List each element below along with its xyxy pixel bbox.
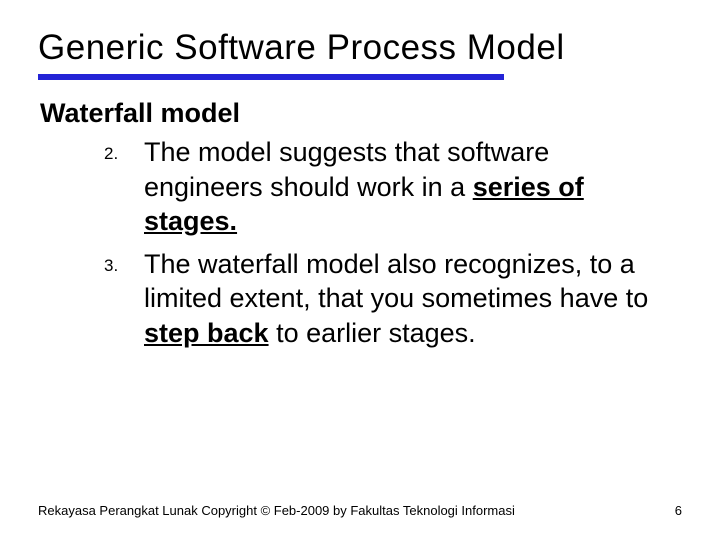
subtitle: Waterfall model bbox=[40, 98, 682, 129]
list-number: 2. bbox=[104, 135, 144, 164]
title-underline bbox=[38, 74, 504, 80]
text-post: to earlier stages. bbox=[269, 318, 476, 348]
text-pre: The waterfall model also recognizes, to … bbox=[144, 249, 648, 314]
list-body: The model suggests that software enginee… bbox=[144, 135, 682, 239]
list-number: 3. bbox=[104, 247, 144, 276]
list-item: 3. The waterfall model also recognizes, … bbox=[104, 247, 682, 351]
footer: Rekayasa Perangkat Lunak Copyright © Feb… bbox=[38, 503, 682, 518]
list-item: 2. The model suggests that software engi… bbox=[104, 135, 682, 239]
list-body: The waterfall model also recognizes, to … bbox=[144, 247, 682, 351]
emphasis: step back bbox=[144, 318, 269, 348]
copyright-text: Rekayasa Perangkat Lunak Copyright © Feb… bbox=[38, 503, 515, 518]
page-title: Generic Software Process Model bbox=[38, 28, 682, 68]
page-number: 6 bbox=[675, 503, 682, 518]
numbered-list: 2. The model suggests that software engi… bbox=[104, 135, 682, 350]
slide: Generic Software Process Model Waterfall… bbox=[0, 0, 720, 540]
